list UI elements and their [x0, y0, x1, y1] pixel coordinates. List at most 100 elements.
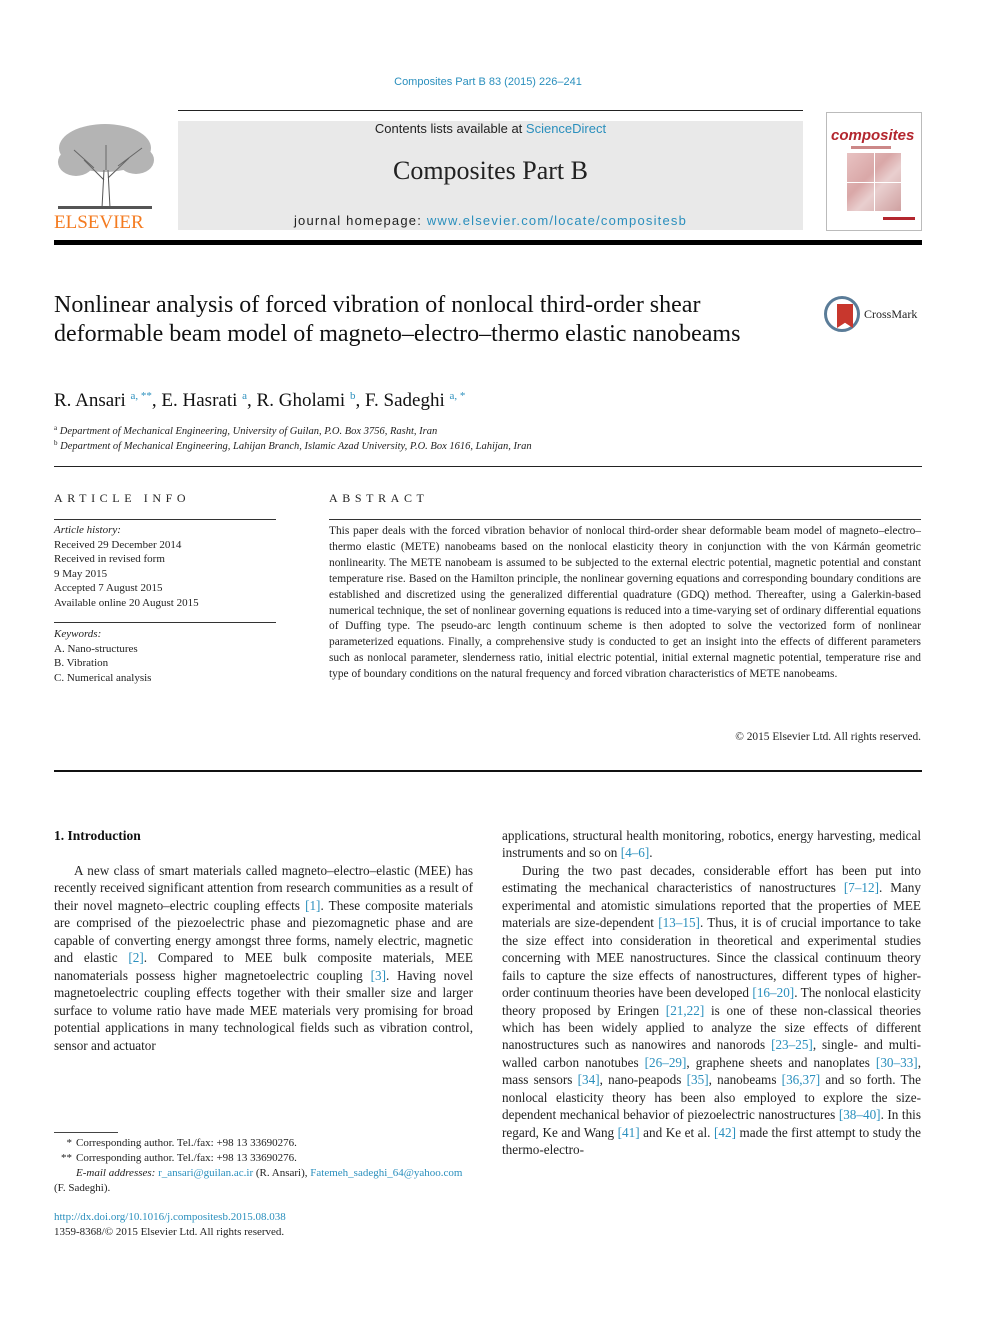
journal-homepage-line: journal homepage: www.elsevier.com/locat… [178, 213, 803, 228]
author-name[interactable]: E. Hasrati [161, 390, 237, 411]
author-separator: , [247, 390, 257, 411]
header-thick-rule [54, 240, 922, 245]
citation-link[interactable]: [7–12] [844, 880, 879, 895]
crossmark-ribbon-icon [837, 304, 853, 328]
footnote-text: Corresponding author. Tel./fax: +98 13 3… [76, 1137, 297, 1149]
footnote-mark: ** [61, 1152, 72, 1164]
citation-link[interactable]: [38–40] [839, 1107, 881, 1122]
journal-reference-link[interactable]: Composites Part B 83 (2015) 226–241 [0, 76, 976, 88]
author-name[interactable]: F. Sadeghi [365, 390, 445, 411]
body-paragraph-continued: applications, structural health monitori… [502, 827, 921, 862]
footnotes: * Corresponding author. Tel./fax: +98 13 … [54, 1136, 473, 1196]
footnote-emails: E-mail addresses: r_ansari@guilan.ac.ir … [54, 1166, 473, 1196]
article-history: Article history: Received 29 December 20… [54, 523, 276, 610]
article-info-rule [54, 519, 276, 520]
history-item: Accepted 7 August 2015 [54, 582, 163, 594]
history-item: Received 29 December 2014 [54, 538, 182, 551]
author-list: R. Ansari a, **, E. Hasrati a, R. Gholam… [54, 390, 465, 412]
cover-artwork [847, 153, 901, 211]
author-affiliation-mark[interactable]: a, * [449, 390, 465, 402]
title-divider [54, 466, 922, 467]
author-separator: , [355, 390, 365, 411]
sciencedirect-link[interactable]: ScienceDirect [526, 121, 606, 136]
footnote-corresponding-2: ** Corresponding author. Tel./fax: +98 13… [54, 1151, 473, 1166]
article-history-heading: Article history: [54, 524, 121, 536]
section-heading-introduction: 1. Introduction [54, 828, 141, 843]
crossmark-label: CrossMark [864, 307, 918, 321]
author-separator: , [151, 390, 162, 411]
affiliation-mark: b [54, 439, 58, 447]
body-paragraph: During the two past decades, considerabl… [502, 862, 921, 1159]
citation-link[interactable]: [16–20] [752, 985, 794, 1000]
citation-link[interactable]: [36,37] [782, 1072, 820, 1087]
citation-link[interactable]: [4–6] [621, 845, 650, 860]
elsevier-wordmark: ELSEVIER [54, 212, 144, 233]
keyword-item: B. Vibration [54, 657, 109, 669]
body-text: applications, structural health monitori… [502, 828, 921, 861]
body-text: , nanobeams [708, 1072, 782, 1088]
citation-link[interactable]: [26–29] [645, 1055, 687, 1070]
body-text: , nano-peapods [599, 1072, 687, 1088]
abstract-text: This paper deals with the forced vibrati… [329, 525, 921, 681]
journal-homepage-link[interactable]: www.elsevier.com/locate/compositesb [427, 213, 687, 228]
keyword-item: A. Nano-structures [54, 642, 138, 655]
citation-link[interactable]: [1] [305, 898, 320, 913]
article-info-heading: ARTICLE INFO [54, 491, 191, 505]
email-link-sadeghi[interactable]: Fatemeh_sadeghi_64@yahoo.com [310, 1167, 462, 1179]
article-title: Nonlinear analysis of forced vibration o… [54, 292, 741, 347]
cover-subtitle-bar [851, 146, 891, 149]
footnote-rule [54, 1132, 118, 1133]
citation-link[interactable]: [23–25] [771, 1037, 813, 1052]
email-label: E-mail addresses: [76, 1167, 159, 1179]
footnote-text: Corresponding author. Tel./fax: +98 13 3… [76, 1152, 297, 1164]
citation-link[interactable]: [34] [578, 1072, 600, 1087]
footnote-mark: * [66, 1137, 73, 1149]
body-text: , graphene sheets and nanoplates [686, 1054, 876, 1070]
citation-link[interactable]: [2] [128, 950, 143, 965]
history-item: 9 May 2015 [54, 567, 108, 580]
contents-availability-line: Contents lists available at ScienceDirec… [178, 121, 803, 136]
citation-link[interactable]: [13–15] [658, 915, 700, 930]
author-name[interactable]: R. Gholami [257, 390, 346, 411]
author-name[interactable]: R. Ansari [54, 390, 126, 411]
citation-link[interactable]: [42] [714, 1125, 736, 1140]
abstract-copyright: © 2015 Elsevier Ltd. All rights reserved… [735, 731, 921, 743]
citation-link[interactable]: [41] [618, 1125, 640, 1140]
citation-link[interactable]: [3] [371, 968, 386, 983]
body-text: . [649, 845, 653, 861]
issn-copyright: 1359-8368/© 2015 Elsevier Ltd. All right… [54, 1226, 285, 1238]
footnote-corresponding-1: * Corresponding author. Tel./fax: +98 13 … [54, 1136, 473, 1151]
crossmark-icon [824, 296, 860, 332]
body-text: and Ke et al. [639, 1124, 714, 1140]
citation-link[interactable]: [35] [687, 1072, 709, 1087]
email-owner: (F. Sadeghi). [54, 1182, 111, 1194]
affiliation-mark: a [54, 424, 58, 432]
crossmark-button[interactable]: CrossMark [824, 296, 924, 336]
keywords-heading: Keywords: [54, 628, 102, 640]
journal-title: Composites Part B [392, 156, 588, 185]
affiliation-b: b Department of Mechanical Engineering, … [54, 439, 532, 452]
history-item: Available online 20 August 2015 [54, 596, 199, 609]
body-column-left: A new class of smart materials called ma… [54, 862, 473, 1054]
email-owner: (R. Ansari), [253, 1167, 311, 1179]
affiliation-text: Department of Mechanical Engineering, La… [60, 441, 532, 452]
abstract-rule [329, 519, 921, 520]
keywords-rule [54, 622, 276, 623]
homepage-prefix: journal homepage: [293, 213, 427, 228]
history-item: Received in revised form [54, 553, 165, 565]
citation-link[interactable]: [21,22] [666, 1003, 704, 1018]
abstract-heading: ABSTRACT [329, 491, 429, 505]
affiliation-a: a Department of Mechanical Engineering, … [54, 424, 437, 437]
email-link-ansari[interactable]: r_ansari@guilan.ac.ir [158, 1167, 253, 1179]
author-affiliation-mark[interactable]: a, ** [131, 390, 152, 402]
body-paragraph: A new class of smart materials called ma… [54, 862, 473, 1054]
doi-link[interactable]: http://dx.doi.org/10.1016/j.compositesb.… [54, 1211, 286, 1223]
keywords-block: Keywords: A. Nano-structures B. Vibratio… [54, 627, 276, 685]
journal-cover-thumbnail[interactable]: composites [826, 112, 922, 231]
contents-prefix: Contents lists available at [374, 121, 526, 136]
body-column-right: applications, structural health monitori… [502, 827, 921, 1159]
cover-brand: composites [831, 127, 915, 144]
header-top-rule [178, 110, 803, 111]
abstract-bottom-rule [54, 770, 922, 772]
citation-link[interactable]: [30–33] [876, 1055, 918, 1070]
